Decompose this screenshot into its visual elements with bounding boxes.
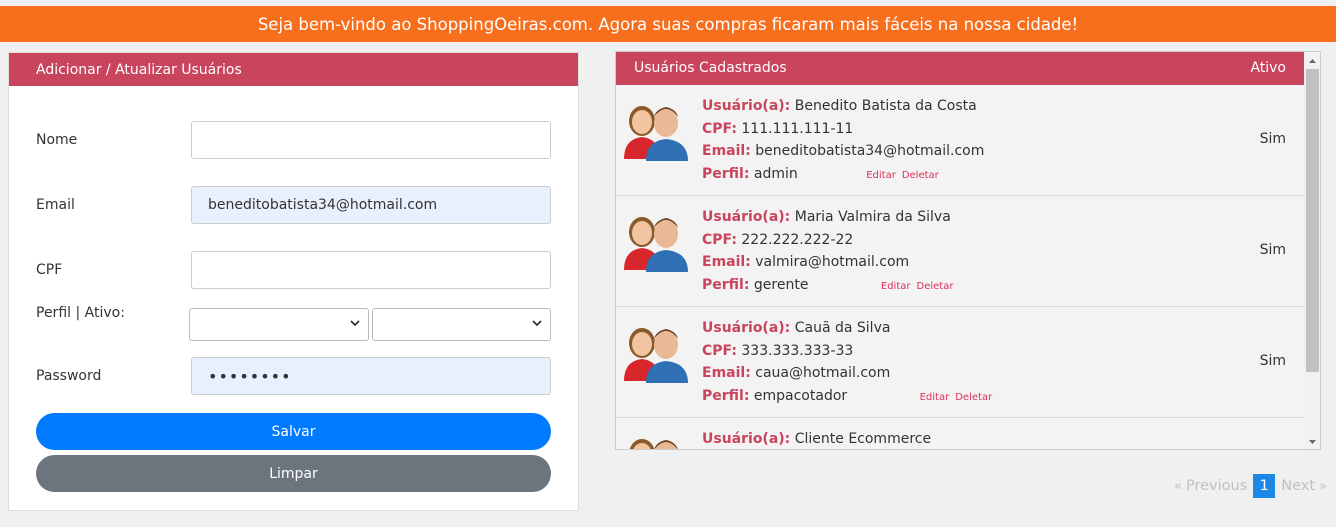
user-email: caua@hotmail.com	[755, 365, 891, 381]
save-button[interactable]: Salvar	[36, 413, 551, 450]
nome-input[interactable]	[191, 121, 551, 159]
delete-link[interactable]: Deletar	[917, 281, 954, 292]
email-label: Email	[36, 197, 75, 213]
user-details: Usuário(a): Cauã da Silva CPF: 333.333.3…	[702, 317, 992, 409]
user-name: Maria Valmira da Silva	[794, 209, 951, 225]
email-key: Email:	[702, 143, 751, 159]
perfil-ativo-row: Perfil | Ativo:	[36, 301, 552, 341]
user-cpf: 111.111.111-11	[741, 120, 854, 137]
user-perfil: admin	[753, 165, 798, 182]
user-row: Usuário(a): Benedito Batista da Costa CP…	[616, 85, 1304, 196]
form-panel-title: Adicionar / Atualizar Usuários	[9, 53, 578, 86]
perfil-ativo-label: Perfil | Ativo:	[36, 305, 125, 321]
scroll-up-icon[interactable]	[1308, 57, 1317, 66]
user-details: Usuário(a): Cliente Ecommerce	[702, 428, 932, 449]
password-row: Password ••••••••	[36, 357, 552, 395]
ativo-column-header: Ativo	[1250, 60, 1286, 76]
user-row: Usuário(a): Cauã da Silva CPF: 333.333.3…	[616, 307, 1304, 418]
users-avatar-icon	[624, 217, 688, 272]
usuario-key: Usuário(a):	[702, 209, 791, 225]
next-page-link[interactable]: Next	[1281, 478, 1315, 494]
user-name: Cauã da Silva	[794, 320, 891, 336]
usuario-key: Usuário(a):	[702, 320, 791, 336]
user-details: Usuário(a): Maria Valmira da Silva CPF: …	[702, 206, 953, 298]
email-input[interactable]: beneditobatista34@hotmail.com	[191, 186, 551, 224]
user-ativo: Sim	[1259, 131, 1286, 147]
user-cpf: 333.333.333-33	[741, 342, 854, 359]
user-name: Benedito Batista da Costa	[794, 98, 977, 114]
user-email: beneditobatista34@hotmail.com	[755, 143, 985, 159]
cpf-key: CPF:	[702, 231, 737, 248]
email-row: Email beneditobatista34@hotmail.com	[36, 186, 552, 224]
cpf-label: CPF	[36, 262, 63, 278]
user-email: valmira@hotmail.com	[755, 254, 910, 270]
list-header: Usuários Cadastrados Ativo	[616, 52, 1304, 85]
nome-label: Nome	[36, 132, 78, 148]
previous-page-link[interactable]: Previous	[1186, 478, 1247, 494]
chevron-down-icon	[532, 320, 542, 327]
cpf-key: CPF:	[702, 342, 737, 359]
perfil-select[interactable]	[189, 308, 369, 341]
pagination: « Previous 1 Next »	[1170, 474, 1331, 498]
ativo-select[interactable]	[372, 308, 551, 341]
user-ativo: Sim	[1259, 353, 1286, 369]
edit-link[interactable]: Editar	[920, 392, 950, 403]
next-arrow-icon: »	[1319, 478, 1327, 494]
edit-link[interactable]: Editar	[866, 170, 896, 181]
usuario-key: Usuário(a):	[702, 431, 791, 447]
welcome-banner: Seja bem-vindo ao ShoppingOeiras.com. Ag…	[0, 6, 1336, 42]
chevron-down-icon	[350, 320, 360, 327]
edit-link[interactable]: Editar	[881, 281, 911, 292]
cpf-row: CPF	[36, 251, 552, 289]
user-name: Cliente Ecommerce	[794, 431, 932, 447]
email-key: Email:	[702, 365, 751, 381]
users-avatar-icon	[624, 106, 688, 161]
user-ativo: Sim	[1259, 242, 1286, 258]
users-avatar-icon	[629, 439, 678, 449]
scroll-thumb[interactable]	[1306, 69, 1319, 372]
email-key: Email:	[702, 254, 751, 270]
perfil-key: Perfil:	[702, 387, 750, 404]
users-avatar-icon	[624, 328, 688, 383]
user-cpf: 222.222.222-22	[741, 231, 854, 248]
user-perfil: empacotador	[753, 387, 848, 404]
perfil-key: Perfil:	[702, 276, 750, 293]
list-scrollbar[interactable]	[1304, 52, 1320, 449]
delete-link[interactable]: Deletar	[902, 170, 939, 181]
user-row: Usuário(a): Cliente Ecommerce	[616, 418, 1304, 449]
password-input[interactable]: ••••••••	[191, 357, 551, 395]
nome-row: Nome	[36, 121, 552, 159]
user-details: Usuário(a): Benedito Batista da Costa CP…	[702, 95, 984, 187]
prev-arrow-icon: «	[1174, 478, 1182, 494]
clear-button[interactable]: Limpar	[36, 455, 551, 492]
delete-link[interactable]: Deletar	[955, 392, 992, 403]
password-label: Password	[36, 368, 102, 384]
user-perfil: gerente	[753, 276, 809, 293]
user-row: Usuário(a): Maria Valmira da Silva CPF: …	[616, 196, 1304, 307]
cpf-input[interactable]	[191, 251, 551, 289]
user-form-panel: Adicionar / Atualizar Usuários Nome Emai…	[8, 52, 579, 511]
perfil-key: Perfil:	[702, 165, 750, 182]
usuario-key: Usuário(a):	[702, 98, 791, 114]
scroll-down-icon[interactable]	[1308, 437, 1317, 446]
page-1-button[interactable]: 1	[1253, 474, 1276, 498]
user-list-panel: Usuários Cadastrados Ativo Usuário(a): B…	[615, 51, 1321, 450]
list-title: Usuários Cadastrados	[634, 60, 787, 76]
cpf-key: CPF:	[702, 120, 737, 137]
